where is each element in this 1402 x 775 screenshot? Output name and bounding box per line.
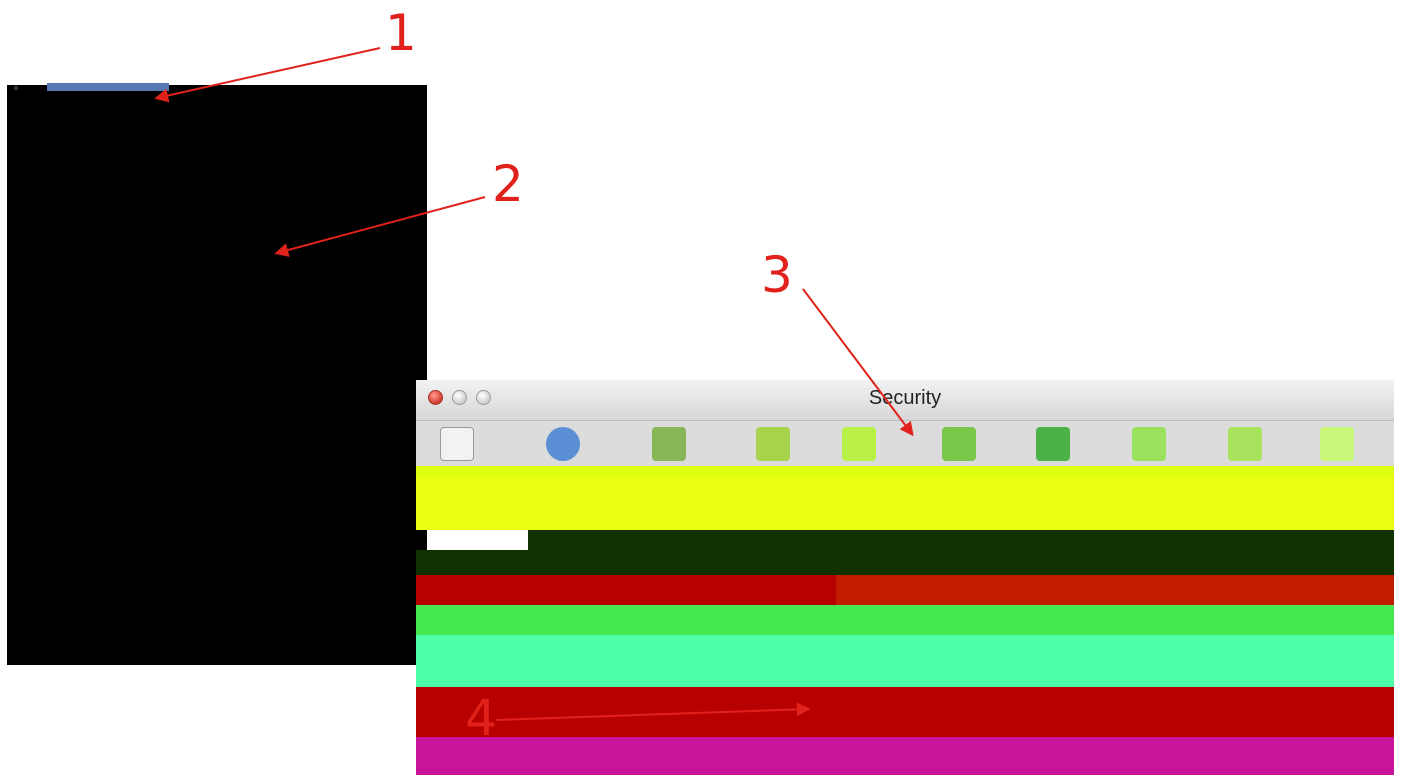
annotation-1-label: 1 xyxy=(385,4,417,62)
glitch-band xyxy=(416,635,1394,687)
tabs-icon[interactable] xyxy=(652,427,686,461)
annotation-2-label: 2 xyxy=(492,155,524,213)
black-browser-window xyxy=(7,85,427,665)
security-icon[interactable] xyxy=(942,427,976,461)
security-window: Security xyxy=(416,380,1394,775)
glitch-band xyxy=(416,605,1394,635)
window-title: Security xyxy=(868,387,942,409)
annotation-3-label: 3 xyxy=(761,246,793,304)
glitch-band xyxy=(528,530,1394,550)
autofill-icon[interactable] xyxy=(756,427,790,461)
glitch-band xyxy=(416,575,836,605)
glitch-band xyxy=(416,687,1394,737)
passwords-icon[interactable] xyxy=(842,427,876,461)
preferences-toolbar xyxy=(416,421,1394,466)
notifications-icon[interactable] xyxy=(1132,427,1166,461)
glitch-band xyxy=(416,476,1394,530)
privacy-icon[interactable] xyxy=(1036,427,1070,461)
glitch-band xyxy=(416,737,1394,775)
top-strip xyxy=(47,83,169,91)
glitch-band xyxy=(836,575,1394,605)
title-bar: Security xyxy=(416,380,1394,421)
web-icon[interactable] xyxy=(546,427,580,461)
extensions-icon[interactable] xyxy=(1228,427,1262,461)
glitch-band xyxy=(416,550,1394,575)
advanced-icon[interactable] xyxy=(1320,427,1354,461)
small-mark xyxy=(14,86,18,90)
glitch-band xyxy=(416,466,1394,476)
general-icon[interactable] xyxy=(440,427,474,461)
annotation-4-label: 4 xyxy=(465,689,497,747)
